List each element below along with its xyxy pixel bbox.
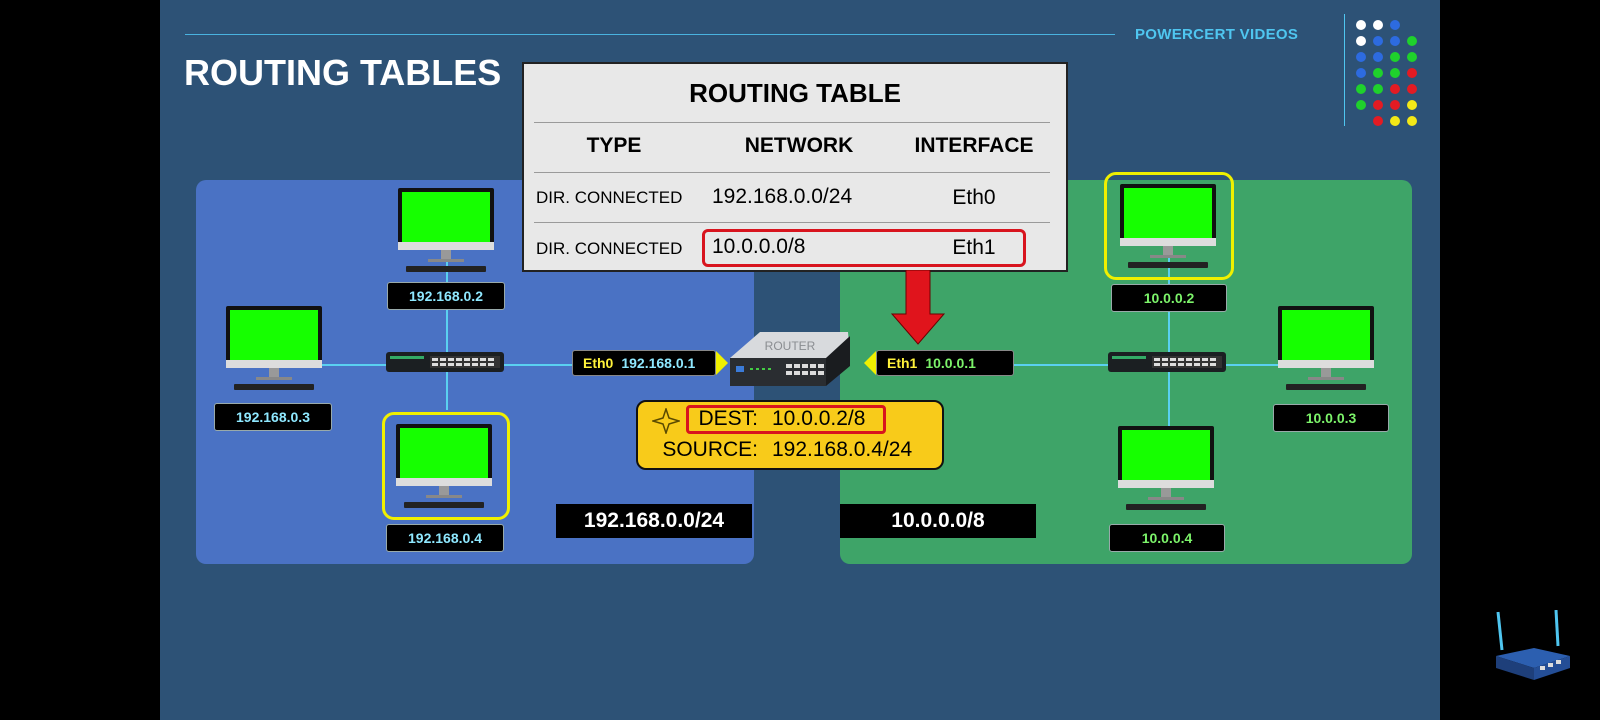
left-network-label: 192.168.0.0/24 (556, 504, 752, 538)
router-eth1-label: Eth1 10.0.0.1 (876, 350, 1014, 376)
monitor-icon (1118, 426, 1214, 510)
arrow-down-icon (890, 270, 946, 345)
host-label: 192.168.0.3 (214, 403, 332, 431)
column-header-network: NETWORK (744, 134, 854, 157)
host-label: 192.168.0.2 (387, 282, 505, 310)
router-eth0-label: Eth0 192.168.0.1 (572, 350, 716, 376)
packet-source-value: 192.168.0.4/24 (772, 438, 913, 461)
host-label: 10.0.0.3 (1273, 404, 1389, 432)
host-label: 10.0.0.4 (1109, 524, 1225, 552)
routing-table-title: ROUTING TABLE (689, 78, 901, 108)
brand-text: POWERCERT VIDEOS (1135, 26, 1299, 43)
brand-divider (1344, 14, 1345, 126)
switch-icon (1108, 352, 1226, 372)
table-cell-type: DIR. CONNECTED (536, 188, 683, 207)
packet-header: DEST: 10.0.0.2/8 SOURCE: 192.168.0.4/24 (636, 400, 944, 470)
switch-icon (386, 352, 504, 372)
monitor-icon (1278, 306, 1374, 390)
router-brand-text: ROUTER (765, 339, 816, 353)
arrow-left-icon (864, 351, 876, 375)
header-rule (185, 34, 1115, 35)
slide: POWERCERT VIDEOS ROUTING TABLES 192.168.… (160, 0, 1440, 720)
table-cell-network: 192.168.0.0/24 (712, 185, 853, 208)
table-cell-type: DIR. CONNECTED (536, 239, 683, 258)
dest-highlight (686, 405, 886, 434)
monitor-icon (396, 424, 492, 508)
interface-name: Eth1 (887, 355, 918, 371)
table-divider (534, 222, 1050, 223)
monitor-icon (398, 188, 494, 272)
matched-route-highlight (702, 229, 1026, 267)
interface-ip: 192.168.0.1 (621, 355, 696, 371)
host-label: 10.0.0.2 (1111, 284, 1227, 312)
interface-name: Eth0 (583, 355, 614, 371)
table-divider (534, 172, 1050, 173)
page-title: ROUTING TABLES (184, 52, 502, 93)
right-network-label: 10.0.0.0/8 (840, 504, 1036, 538)
column-header-type: TYPE (586, 134, 642, 157)
table-cell-interface: Eth0 (952, 186, 996, 209)
routing-table: ROUTING TABLE TYPE NETWORK INTERFACE DIR… (522, 62, 1068, 272)
interface-ip: 10.0.0.1 (925, 355, 976, 371)
star-icon (652, 408, 680, 434)
table-divider (534, 122, 1050, 123)
host-label: 192.168.0.4 (386, 524, 504, 552)
monitor-icon (226, 306, 322, 390)
monitor-icon (1120, 184, 1216, 268)
column-header-interface: INTERFACE (914, 134, 1034, 157)
wireless-router-icon (1496, 610, 1570, 680)
packet-source-label: SOURCE: (662, 438, 758, 461)
router-icon: ROUTER (730, 332, 850, 386)
